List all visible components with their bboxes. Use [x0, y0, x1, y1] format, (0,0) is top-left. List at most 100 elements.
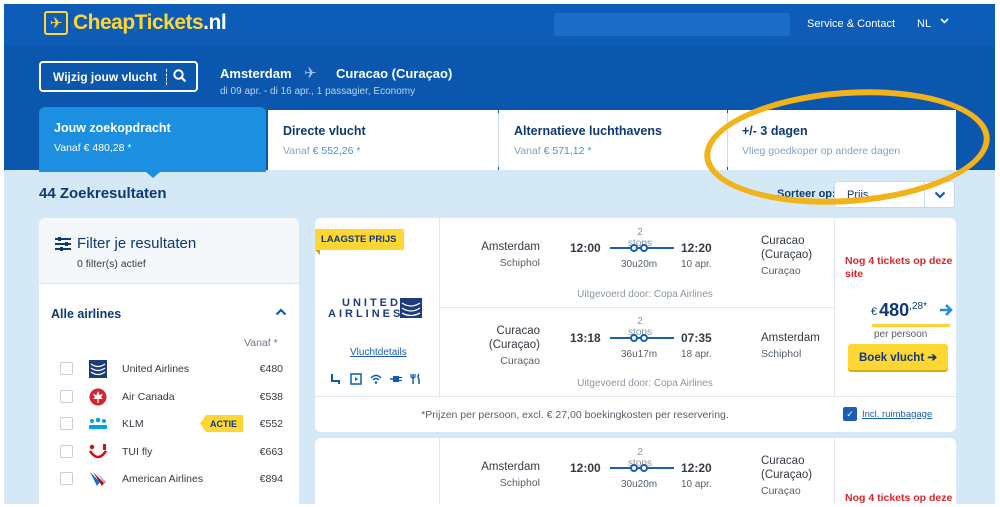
baggage-link-label: Incl. ruimbagage — [862, 408, 933, 420]
modify-flight-label: Wijzig jouw vlucht — [53, 69, 157, 84]
airline-price: €663 — [259, 446, 283, 458]
chevron-down-icon[interactable] — [940, 16, 949, 27]
tab-jouw-zoekopdracht[interactable]: Jouw zoekopdracht Vanaf € 480,28 * — [39, 107, 266, 172]
tickets-left-warning: Nog 4 tickets op deze — [845, 492, 953, 504]
price: € 480 ,28* — [871, 300, 927, 321]
airline-price: €480 — [259, 363, 283, 375]
entertainment-icon — [349, 372, 363, 386]
meal-icon — [409, 372, 423, 386]
departure-airport: Curaçao — [500, 355, 540, 367]
divider — [166, 69, 167, 85]
arrival-city: Amsterdam — [761, 332, 820, 344]
arrival-airport: Curaçao — [761, 485, 801, 497]
departure-airport: Schiphol — [499, 477, 540, 489]
arrival-time: 07:35 — [681, 331, 712, 345]
departure-airport: Schiphol — [499, 257, 540, 269]
airline-name: Air Canada — [122, 391, 175, 403]
departure-time: 13:18 — [570, 331, 601, 345]
flight-details-link[interactable]: Vluchtdetails — [350, 347, 407, 358]
arrival-date: 10 apr. — [681, 479, 712, 490]
route-line — [610, 244, 674, 252]
airline-price: €538 — [259, 391, 283, 403]
price-currency: € — [871, 306, 878, 318]
price-underline — [872, 324, 950, 327]
redacted-account-area — [554, 13, 790, 36]
arrival-time: 12:20 — [681, 461, 712, 475]
airline-name: American Airlines — [122, 473, 204, 485]
brand-logo[interactable]: ✈ CheapTickets.nl — [44, 11, 227, 35]
flight-result-card[interactable]: Amsterdam Schiphol 2 stops 12:00 12:20 3… — [315, 438, 956, 504]
stop-dot — [640, 244, 648, 252]
tab-title: Directe vlucht — [283, 124, 366, 138]
route-origin: Amsterdam — [220, 66, 292, 81]
airline-filter-row[interactable]: KLM ACTIE €552 — [51, 413, 287, 435]
book-flight-button[interactable]: Boek vlucht ➔ — [848, 344, 948, 370]
stop-dot — [640, 464, 648, 472]
price-decimals: ,28* — [909, 301, 927, 312]
promo-badge: ACTIE — [200, 415, 243, 432]
arrival-date: 10 apr. — [681, 259, 712, 270]
united-globe-icon — [400, 298, 422, 318]
airline-checkbox[interactable] — [60, 417, 73, 430]
per-person-label: per persoon — [874, 329, 928, 340]
amenities-row — [329, 372, 423, 386]
tickets-left-warning: Nog 4 tickets op deze site — [845, 255, 953, 280]
airline-checkbox[interactable] — [60, 390, 73, 403]
airline-price: €552 — [259, 418, 283, 430]
wifi-icon — [369, 372, 383, 386]
route-line — [610, 334, 674, 342]
operated-by: Uitgevoerd door: Copa Airlines — [577, 378, 713, 389]
arrival-city: Curacao (Curaçao) — [761, 455, 813, 481]
language-selector[interactable]: NL — [917, 18, 931, 30]
arrival-date: 18 apr. — [681, 349, 712, 360]
tab-sub-prefix: Vanaf — [514, 145, 541, 157]
united-airlines-logo-icon — [88, 360, 108, 378]
departure-city: Curacao (Curaçao) — [488, 325, 540, 351]
flight-duration: 30u20m — [621, 479, 658, 490]
tab-sub-prefix: Vanaf — [283, 145, 310, 157]
modify-flight-button[interactable]: Wijzig jouw vlucht — [39, 61, 198, 92]
flight-duration: 36u17m — [621, 349, 658, 360]
power-plug-icon — [389, 372, 403, 386]
tab-directe-vlucht[interactable]: Directe vlucht Vanaf € 552,26 * — [268, 110, 498, 170]
brand-suffix: .nl — [203, 11, 227, 34]
airline-checkbox[interactable] — [60, 445, 73, 458]
arrival-city: Curacao (Curaçao) — [761, 235, 813, 261]
klm-logo-icon — [88, 415, 108, 433]
tab-sub-prefix: Vanaf — [54, 142, 81, 154]
price-disclaimer: *Prijzen per persoon, excl. € 27,00 boek… — [421, 409, 729, 421]
departure-time: 12:00 — [570, 241, 601, 255]
united-airlines-logo: UNITED AIRLINES — [328, 298, 424, 320]
airline-filter-row[interactable]: United Airlines €480 — [51, 358, 287, 380]
chevron-up-icon[interactable] — [275, 304, 287, 319]
arrow-right-icon[interactable] — [938, 302, 954, 323]
airline-checkbox[interactable] — [60, 472, 73, 485]
filter-sidebar: Filter je resultaten 0 filter(s) actief … — [39, 218, 299, 504]
search-details: di 09 apr. - di 16 apr., 1 passagier, Ec… — [220, 86, 416, 97]
airline-filter-row[interactable]: TUI fly €663 — [51, 441, 287, 463]
route-line — [610, 464, 674, 472]
plane-icon: ✈ — [304, 65, 317, 82]
departure-city: Amsterdam — [481, 461, 540, 473]
tab-alternatieve-luchthavens[interactable]: Alternatieve luchthavens Vanaf € 571,12 … — [499, 110, 727, 170]
baggage-check-icon: ✓ — [843, 407, 857, 421]
airlines-section-title[interactable]: Alle airlines — [51, 307, 121, 321]
page-frame: ✈ CheapTickets.nl Service & Contact NL W… — [4, 4, 995, 504]
airline-name: KLM — [122, 418, 144, 430]
flight-result-card[interactable]: LAAGSTE PRIJS UNITED AIRLINES Vluchtdeta… — [315, 218, 956, 432]
inbound-leg: Curacao (Curaçao) Curaçao 2 stops 13:18 … — [445, 307, 834, 397]
tab-price: € 480,28 * — [83, 142, 132, 154]
air-canada-logo-icon — [88, 388, 108, 406]
baggage-link[interactable]: ✓ Incl. ruimbagage — [843, 407, 932, 421]
route-destination: Curacao (Curaçao) — [336, 66, 453, 81]
top-navbar: ✈ CheapTickets.nl Service & Contact NL — [4, 4, 995, 46]
airline-price: €894 — [259, 473, 283, 485]
airline-filter-row[interactable]: Air Canada €538 — [51, 386, 287, 408]
results-count: 44 Zoekresultaten — [39, 185, 167, 202]
airline-checkbox[interactable] — [60, 362, 73, 375]
divider — [439, 438, 440, 504]
outbound-leg: Amsterdam Schiphol 2 stops 12:00 12:20 3… — [445, 438, 834, 504]
airline-filter-row[interactable]: American Airlines €894 — [51, 468, 287, 490]
sliders-icon — [55, 237, 71, 256]
service-contact-link[interactable]: Service & Contact — [807, 18, 895, 30]
